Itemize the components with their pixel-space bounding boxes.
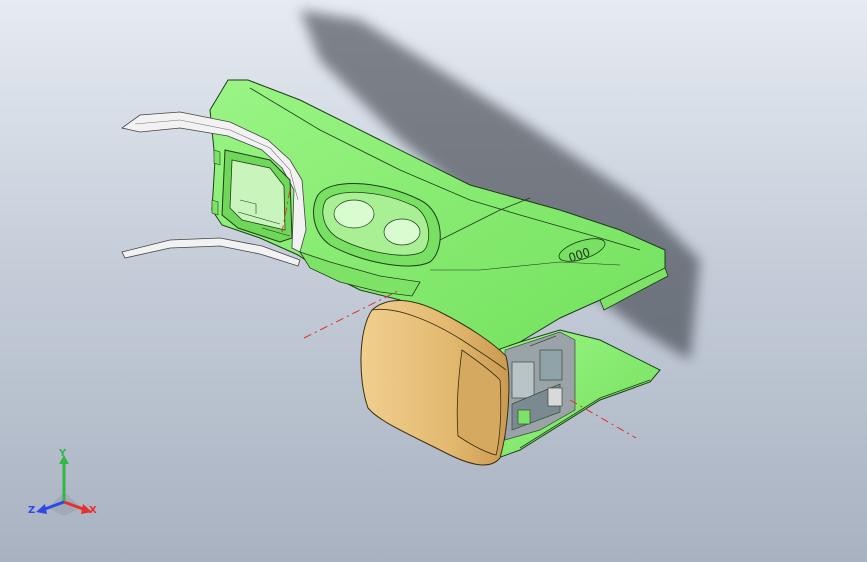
y-axis-label: Y [59,448,67,459]
cad-viewport[interactable]: ООО Y Z X [0,0,867,562]
x-axis-label: X [89,505,97,516]
triad-graphic [36,455,92,516]
bracket-assembly[interactable] [504,331,576,441]
cup-well-left [333,199,375,229]
z-axis-label: Z [28,505,36,516]
orientation-triad[interactable]: Y Z X [26,448,106,528]
cup-well-right [383,218,421,246]
cad-model-scene[interactable]: ООО [0,0,867,562]
